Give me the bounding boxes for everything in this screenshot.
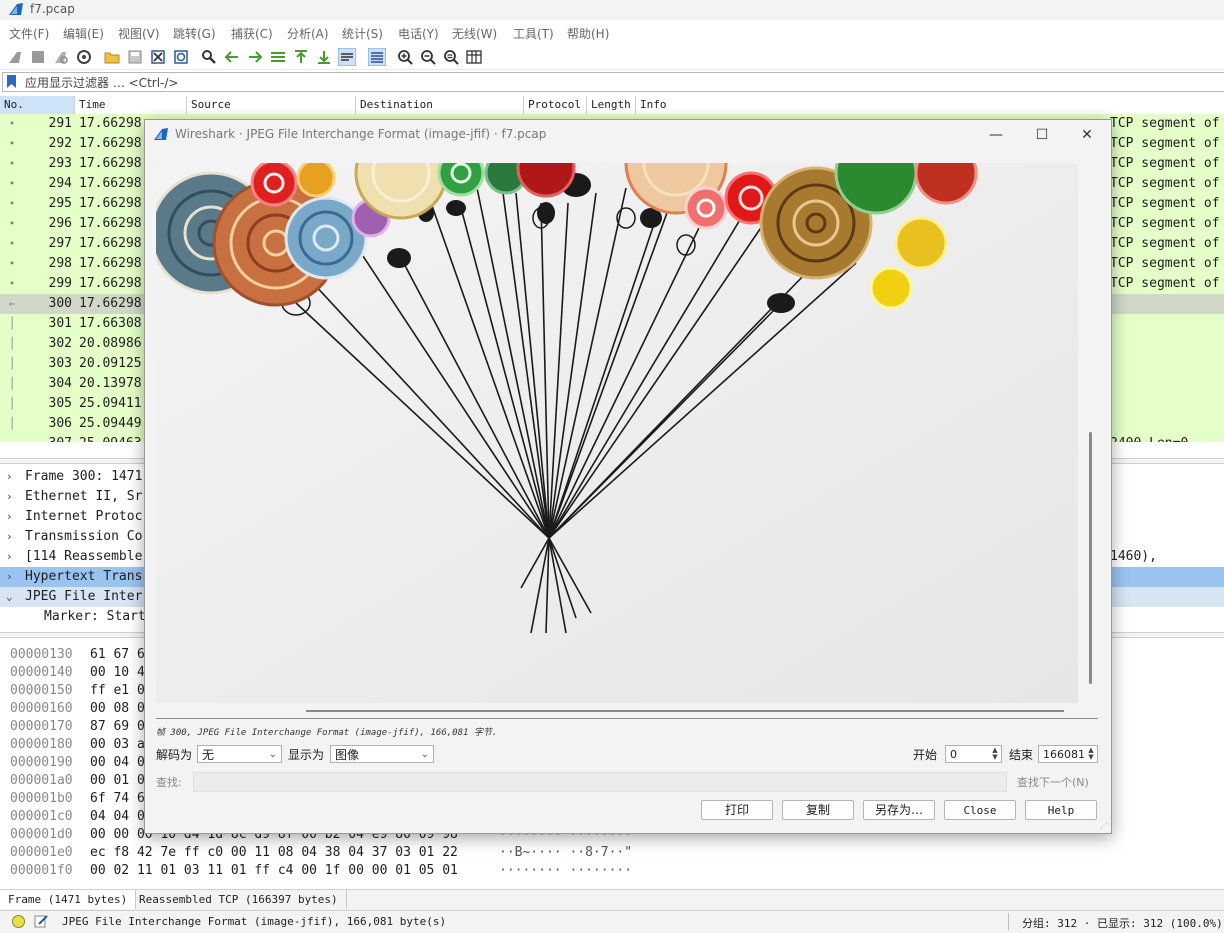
wireshark-logo-icon [9,3,23,15]
chevron-down-icon: ⌄ [268,749,277,760]
menu-statistics[interactable]: 统计(S) [342,25,383,42]
start-spinbox[interactable]: 0 ▲ ▼ [945,745,1002,763]
save-file-icon[interactable] [126,48,144,66]
column-destination[interactable]: Destination [356,96,524,114]
title-bar: f7.pcap [0,0,1224,20]
open-file-icon[interactable] [103,48,121,66]
find-label: 查找: [156,776,182,789]
dialog-title: Wireshark · JPEG File Interchange Format… [175,127,547,141]
menu-wireless[interactable]: 无线(W) [452,25,497,42]
chevron-right-icon[interactable]: › [6,467,18,487]
wireshark-logo-icon [154,128,168,140]
menu-telephony[interactable]: 电话(Y) [398,25,439,42]
chevron-down-icon[interactable]: ⌄ [6,587,18,607]
dialog-title-bar[interactable]: Wireshark · JPEG File Interchange Format… [145,120,1111,150]
chevron-right-icon[interactable]: › [6,567,18,587]
chevron-right-icon[interactable]: › [6,527,18,547]
decode-as-select[interactable]: 无 ⌄ [197,745,282,763]
menu-capture[interactable]: 捕获(C) [231,25,273,42]
column-info[interactable]: Info [636,96,1224,114]
hex-row[interactable]: 000001f0 00 02 11 01 03 11 01 ff c4 00 1f… [0,862,1224,880]
show-as-label: 显示为 [288,748,325,762]
tab-frame-bytes[interactable]: Frame (1471 bytes) [0,890,137,909]
expert-info-icon[interactable] [12,915,25,928]
chevron-right-icon[interactable]: › [6,487,18,507]
menu-help[interactable]: 帮助(H) [567,25,609,42]
find-input[interactable] [193,772,1007,792]
balloon-photo [156,163,1078,703]
display-filter-input[interactable]: 应用显示过滤器 … <Ctrl-/> [2,72,1224,92]
go-back-icon[interactable] [223,48,241,66]
close-file-icon[interactable] [149,48,167,66]
main-toolbar [0,45,1224,70]
column-source[interactable]: Source [187,96,356,114]
packet-list-header: No. Time Source Destination Protocol Len… [0,96,1224,115]
minimize-icon[interactable]: — [976,124,1016,146]
spin-arrows-icon[interactable]: ▲ ▼ [1086,747,1096,761]
status-divider [1008,913,1009,930]
bookmark-icon[interactable] [7,75,16,88]
auto-scroll-icon[interactable] [338,48,356,66]
horizontal-scrollbar[interactable] [306,710,1064,712]
column-protocol[interactable]: Protocol [524,96,587,114]
menu-bar: 文件(F) 编辑(E) 视图(V) 跳转(G) 捕获(C) 分析(A) 统计(S… [0,22,1224,44]
spin-arrows-icon[interactable]: ▲ ▼ [990,747,1000,761]
first-packet-icon[interactable] [292,48,310,66]
help-button[interactable]: Help [1025,800,1097,820]
normal-size-icon[interactable] [442,48,460,66]
copy-button[interactable]: 复制 [782,800,854,820]
dialog-caption: 帧 300, JPEG File Interchange Format (ima… [156,728,498,738]
menu-analyze[interactable]: 分析(A) [287,25,329,42]
column-length[interactable]: Length [587,96,636,114]
menu-tools[interactable]: 工具(T) [513,25,554,42]
resize-grip-icon[interactable]: ⋰ [1100,821,1108,830]
vertical-scrollbar[interactable] [1089,432,1092,684]
show-as-select[interactable]: 图像 ⌄ [330,745,434,763]
print-button[interactable]: 打印 [701,800,773,820]
reload-file-icon[interactable] [172,48,190,66]
menu-view[interactable]: 视图(V) [118,25,160,42]
decode-as-label: 解码为 [156,748,193,762]
status-bar: JPEG File Interchange Format (image-jfif… [0,910,1224,933]
last-packet-icon[interactable] [315,48,333,66]
close-icon[interactable]: ✕ [1067,124,1107,146]
shark-fin-start-icon[interactable] [6,48,24,66]
window-title: f7.pcap [30,2,75,16]
go-to-packet-icon[interactable] [269,48,287,66]
end-label: 结束 [1009,748,1034,762]
find-next-button[interactable]: 查找下一个(N) [1017,774,1089,790]
show-packet-bytes-dialog: Wireshark · JPEG File Interchange Format… [144,119,1112,834]
maximize-icon[interactable]: ☐ [1022,124,1062,146]
close-button[interactable]: Close [944,800,1016,820]
column-time[interactable]: Time [75,96,187,114]
chevron-right-icon[interactable]: › [6,547,18,567]
menu-go[interactable]: 跳转(G) [173,25,216,42]
save-as-button[interactable]: 另存为… [863,800,935,820]
find-packet-icon[interactable] [200,48,218,66]
start-label: 开始 [913,748,938,762]
byte-view-tabs: Frame (1471 bytes) Reassembled TCP (1663… [0,889,1224,910]
stop-capture-icon[interactable] [29,48,47,66]
menu-edit[interactable]: 编辑(E) [63,25,104,42]
colorize-icon[interactable] [368,48,386,66]
status-packet-stats: 分组: 312 · 已显示: 312 (100.0%) [1022,917,1223,930]
end-spinbox[interactable]: 166081 ▲ ▼ [1038,745,1098,763]
restart-capture-icon[interactable] [52,48,70,66]
tab-reassembled-tcp[interactable]: Reassembled TCP (166397 bytes) [131,890,347,909]
capture-options-icon[interactable] [75,48,93,66]
zoom-out-icon[interactable] [419,48,437,66]
zoom-in-icon[interactable] [396,48,414,66]
chevron-right-icon[interactable]: › [6,507,18,527]
hex-row[interactable]: 000001e0 ec f8 42 7e ff c0 00 11 08 04 38… [0,844,1224,862]
go-forward-icon[interactable] [246,48,264,66]
edit-comment-icon[interactable] [33,913,49,929]
divider [156,718,1098,719]
filter-placeholder: 应用显示过滤器 … <Ctrl-/> [25,76,179,90]
menu-file[interactable]: 文件(F) [9,25,49,42]
resize-columns-icon[interactable] [465,48,483,66]
column-no[interactable]: No. [0,96,75,114]
chevron-down-icon: ⌄ [420,749,429,760]
image-preview[interactable] [156,163,1078,703]
status-message: JPEG File Interchange Format (image-jfif… [62,915,447,928]
